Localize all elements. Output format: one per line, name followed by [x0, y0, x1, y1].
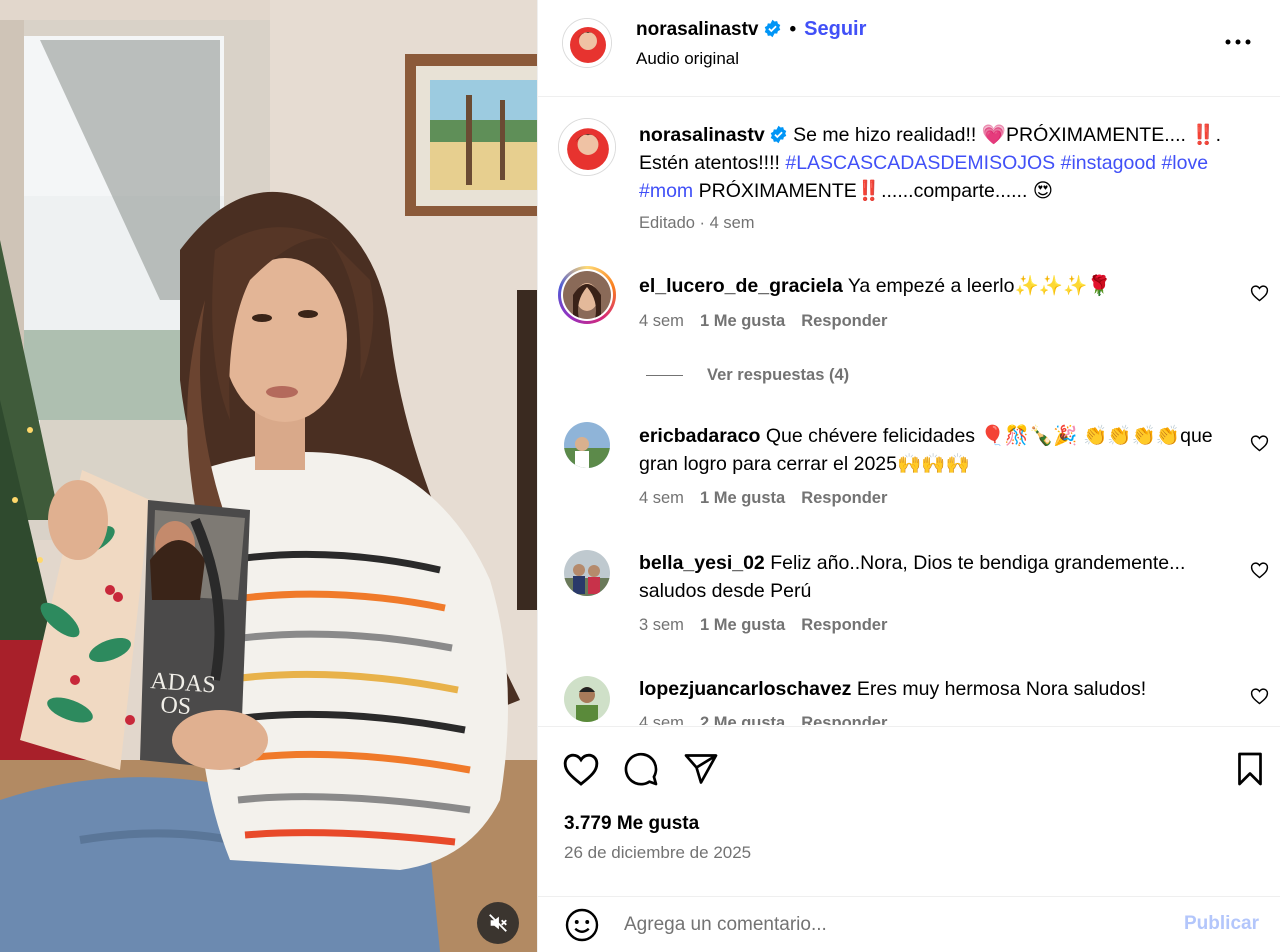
post-date: 26 de diciembre de 2025	[564, 843, 752, 862]
separator-dot: •	[789, 19, 797, 40]
save-bookmark-icon[interactable]	[1231, 751, 1269, 787]
caption-username[interactable]: norasalinastv	[639, 124, 765, 146]
comment-likes[interactable]: 1 Me gusta	[700, 489, 785, 507]
comment-avatar[interactable]	[564, 422, 610, 468]
comment-text: lopezjuancarloschavez Eres muy hermosa N…	[639, 675, 1239, 703]
share-paper-plane-icon[interactable]	[682, 751, 720, 787]
view-replies-label[interactable]: Ver respuestas (4)	[707, 366, 849, 384]
comment-username[interactable]: lopezjuancarloschavez	[639, 678, 851, 700]
heart-eyes-emoji: 😍	[1032, 180, 1054, 202]
comment-text: el_lucero_de_graciela Ya empezé a leerlo…	[639, 272, 1239, 300]
comment-meta: 4 sem 1 Me gusta Responder	[639, 489, 887, 508]
caption-meta: Editado · 4 sem	[639, 214, 755, 232]
hashtag-link[interactable]: #LASCASCADASDEMISOJOS	[785, 152, 1055, 174]
verified-badge-icon	[770, 125, 786, 144]
comment-username[interactable]: bella_yesi_02	[639, 552, 765, 574]
post-header: norasalinastv • Seguir Audio original	[538, 0, 1280, 97]
follow-button[interactable]: Seguir	[804, 18, 866, 40]
caption-text-5: ......comparte......	[881, 180, 1033, 202]
comment-age: 4 sem	[639, 489, 684, 507]
reply-button[interactable]: Responder	[801, 489, 887, 507]
mute-toggle-button[interactable]	[477, 902, 519, 944]
add-comment-bar: Publicar	[538, 896, 1280, 952]
comment-meta: 3 sem 1 Me gusta Responder	[639, 616, 887, 635]
author-username[interactable]: norasalinastv	[636, 19, 759, 40]
pink-heart-emoji: 💗	[981, 124, 1007, 146]
comment-avatar[interactable]	[564, 676, 610, 722]
speaker-muted-icon	[489, 914, 507, 932]
more-horizontal-icon[interactable]	[1224, 32, 1252, 52]
post-actions: 3.779 Me gusta 26 de diciembre de 2025	[538, 726, 1280, 896]
comment-text: bella_yesi_02 Feliz año..Nora, Dios te b…	[639, 549, 1239, 605]
comment-meta: 4 sem 1 Me gusta Responder	[639, 312, 887, 331]
double-exclamation-emoji: ‼️	[856, 180, 882, 202]
reply-button[interactable]: Responder	[801, 312, 887, 330]
comment-body: Eres muy hermosa Nora saludos!	[856, 678, 1147, 700]
comment-meta: 4 sem 2 Me gusta Responder	[639, 714, 887, 725]
hashtag-link[interactable]: #instagood	[1061, 152, 1156, 174]
audio-label[interactable]: Audio original	[636, 49, 739, 69]
comment-bubble-icon[interactable]	[622, 751, 660, 787]
comment-text: ericbadaraco Que chévere felicidades 🎈🎊🍾…	[639, 422, 1239, 478]
double-exclamation-emoji: ‼️	[1191, 124, 1216, 146]
comment-username[interactable]: el_lucero_de_graciela	[639, 275, 843, 297]
author-avatar[interactable]	[562, 18, 612, 68]
emoji-smiley-icon[interactable]	[564, 907, 600, 943]
hashtag-link[interactable]: #love	[1161, 152, 1208, 174]
view-replies-button[interactable]: Ver respuestas (4)	[646, 366, 849, 385]
video-player[interactable]: ADAS OS	[0, 0, 537, 952]
comment-age: 3 sem	[639, 616, 684, 634]
reply-button[interactable]: Responder	[801, 616, 887, 634]
instagram-post-view: ADAS OS norasalinastv • Seguir Audio ori…	[0, 0, 1280, 952]
publish-button[interactable]: Publicar	[1184, 913, 1259, 935]
like-comment-heart-icon[interactable]	[1250, 434, 1269, 452]
comment-body: Ya empezé a leerlo✨✨✨🌹	[847, 275, 1112, 297]
like-heart-icon[interactable]	[562, 751, 600, 787]
like-comment-heart-icon[interactable]	[1250, 284, 1269, 302]
header-user-line: norasalinastv • Seguir	[636, 18, 866, 41]
comment-likes[interactable]: 1 Me gusta	[700, 312, 785, 330]
caption-avatar[interactable]	[558, 118, 616, 176]
caption-text: norasalinastv Se me hizo realidad!! 💗PRÓ…	[639, 121, 1239, 205]
like-comment-heart-icon[interactable]	[1250, 561, 1269, 579]
comment-likes[interactable]: 1 Me gusta	[700, 616, 785, 634]
replies-rule	[646, 375, 683, 377]
comment-likes[interactable]: 2 Me gusta	[700, 714, 785, 725]
comment-input[interactable]	[624, 907, 1144, 943]
comment-avatar-story-ring[interactable]	[558, 266, 616, 324]
caption-text-1: Se me hizo realidad!!	[793, 124, 982, 146]
likes-count[interactable]: 3.779 Me gusta	[564, 813, 699, 835]
verified-badge-icon	[764, 19, 780, 38]
like-comment-heart-icon[interactable]	[1250, 687, 1269, 705]
video-frame: ADAS OS	[0, 0, 537, 952]
comment-username[interactable]: ericbadaraco	[639, 425, 760, 447]
caption-text-2: PRÓXIMAMENTE....	[1006, 124, 1192, 146]
hashtag-link[interactable]: #mom	[639, 180, 693, 202]
post-details-panel: norasalinastv • Seguir Audio original no…	[537, 0, 1280, 952]
svg-text:OS: OS	[160, 692, 192, 720]
comment-avatar[interactable]	[564, 550, 610, 596]
reply-button[interactable]: Responder	[801, 714, 887, 725]
comments-scroll-area[interactable]: norasalinastv Se me hizo realidad!! 💗PRÓ…	[538, 98, 1280, 725]
comment-age: 4 sem	[639, 312, 684, 330]
comment-age: 4 sem	[639, 714, 684, 725]
caption-text-4: PRÓXIMAMENTE	[693, 180, 857, 202]
